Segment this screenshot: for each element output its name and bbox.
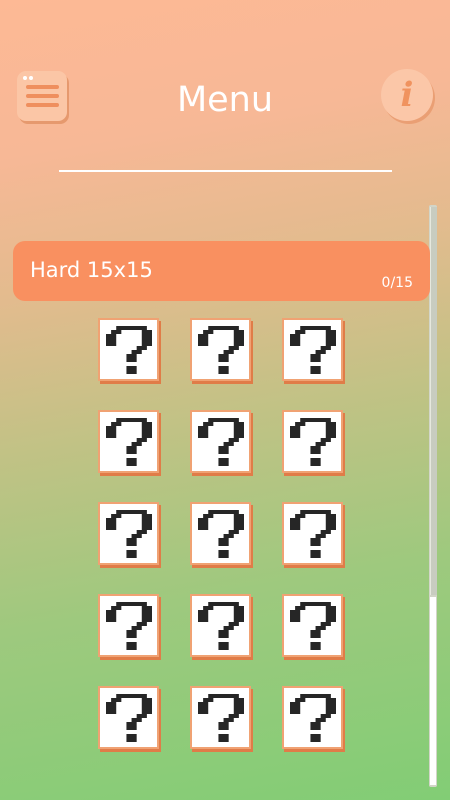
question-mark-icon <box>106 326 152 374</box>
puzzle-tile[interactable] <box>98 686 159 749</box>
question-mark-icon <box>290 326 336 374</box>
puzzle-tile[interactable] <box>98 502 159 565</box>
puzzle-tile[interactable] <box>282 686 343 749</box>
puzzle-tile[interactable] <box>282 410 343 473</box>
puzzle-tile[interactable] <box>282 502 343 565</box>
puzzle-tile[interactable] <box>98 594 159 657</box>
question-mark-icon <box>106 602 152 650</box>
level-pack-progress: 0/15 <box>381 275 413 291</box>
puzzle-tile[interactable] <box>282 594 343 657</box>
level-pack-header[interactable]: Hard 15x15 0/15 <box>13 241 430 301</box>
info-button[interactable]: i <box>381 69 433 121</box>
puzzle-tile[interactable] <box>190 410 251 473</box>
puzzle-tile[interactable] <box>98 318 159 381</box>
question-mark-icon <box>198 510 244 558</box>
question-mark-icon <box>106 694 152 742</box>
question-mark-icon <box>290 510 336 558</box>
title-divider <box>59 170 392 172</box>
puzzle-tile[interactable] <box>190 502 251 565</box>
question-mark-icon <box>290 602 336 650</box>
question-mark-icon <box>290 418 336 466</box>
puzzle-tile[interactable] <box>98 410 159 473</box>
level-pack-name: Hard 15x15 <box>30 258 153 282</box>
scrollbar-lower-track <box>430 597 436 785</box>
question-mark-icon <box>106 418 152 466</box>
scrollbar-thumb[interactable] <box>430 207 437 595</box>
info-icon: i <box>400 75 414 115</box>
question-mark-icon <box>106 510 152 558</box>
puzzle-tile[interactable] <box>282 318 343 381</box>
puzzle-tile[interactable] <box>190 594 251 657</box>
puzzle-tile[interactable] <box>190 318 251 381</box>
question-mark-icon <box>198 418 244 466</box>
question-mark-icon <box>198 326 244 374</box>
question-mark-icon <box>290 694 336 742</box>
question-mark-icon <box>198 602 244 650</box>
puzzle-tile[interactable] <box>190 686 251 749</box>
scrollbar[interactable] <box>429 205 437 787</box>
question-mark-icon <box>198 694 244 742</box>
